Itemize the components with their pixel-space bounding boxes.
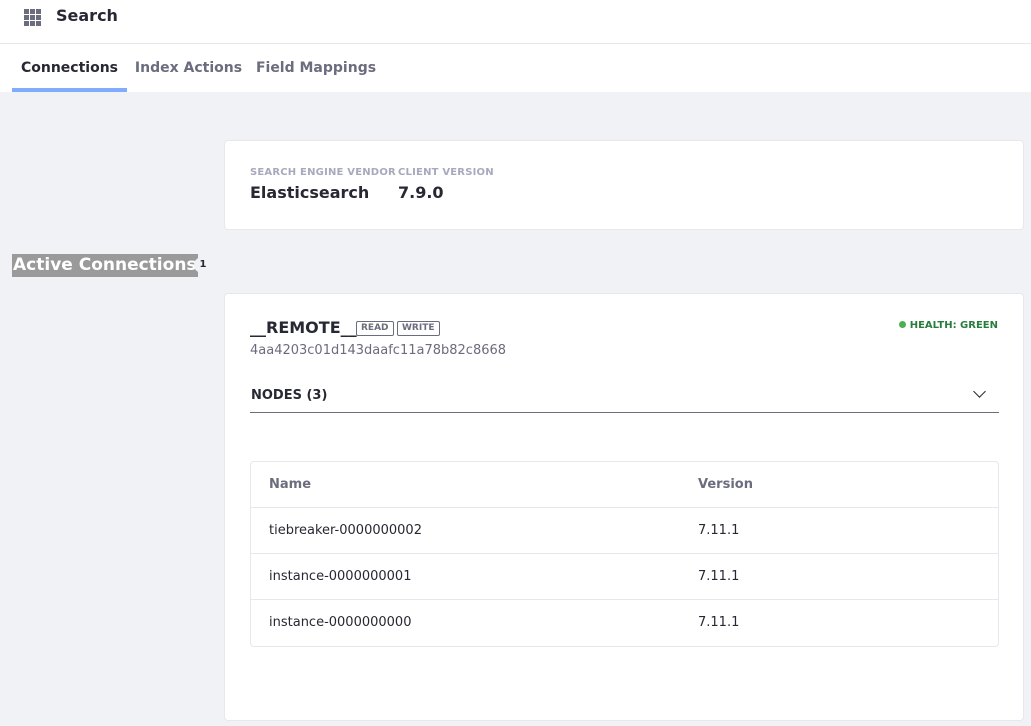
health-dot-icon	[898, 321, 906, 328]
connection-name: __REMOTE__	[250, 318, 357, 337]
nodes-table: Name Version tiebreaker-0000000002 7.11.…	[250, 461, 999, 647]
node-name: instance-0000000001	[269, 569, 412, 584]
vendor-value: Elasticsearch	[250, 183, 370, 202]
connection-card: __REMOTE__ READ WRITE 4aa4203c01d143daaf…	[224, 293, 1024, 721]
node-version: 7.11.1	[698, 569, 740, 584]
nodes-panel-toggle[interactable]: NODES (3)	[250, 380, 999, 413]
table-row: instance-0000000000 7.11.1	[251, 600, 998, 646]
node-name: tiebreaker-0000000002	[269, 523, 422, 538]
tab-index-actions[interactable]: Index Actions	[131, 44, 246, 92]
table-header-row: Name Version	[251, 462, 998, 508]
nodes-title: NODES (3)	[251, 388, 328, 403]
tab-bar: Connections Index Actions Field Mappings	[0, 44, 1031, 92]
client-version-value: 7.9.0	[398, 183, 444, 202]
client-version-label: CLIENT VERSION	[398, 167, 494, 178]
active-connections-title: Active Connections	[12, 254, 198, 277]
tab-connections[interactable]: Connections	[12, 44, 127, 92]
node-name: instance-0000000000	[269, 615, 412, 630]
chevron-down-icon[interactable]	[973, 385, 986, 398]
engine-info-card: SEARCH ENGINE VENDOR Elasticsearch CLIEN…	[224, 140, 1024, 230]
tab-field-mappings[interactable]: Field Mappings	[252, 44, 380, 92]
table-row: instance-0000000001 7.11.1	[251, 554, 998, 600]
top-bar: Search	[0, 0, 1031, 44]
connections-count-badge: 1	[194, 257, 212, 273]
read-badge: READ	[356, 321, 394, 336]
app-title: Search	[56, 6, 118, 25]
write-badge: WRITE	[397, 321, 440, 336]
vendor-label: SEARCH ENGINE VENDOR	[250, 167, 396, 178]
health-label: HEALTH: GREEN	[909, 320, 998, 331]
column-header-name: Name	[269, 477, 312, 492]
connection-id: 4aa4203c01d143daafc11a78b82c8668	[250, 343, 507, 358]
node-version: 7.11.1	[698, 523, 740, 538]
table-row: tiebreaker-0000000002 7.11.1	[251, 508, 998, 554]
health-status: HEALTH: GREEN	[898, 320, 998, 331]
node-version: 7.11.1	[698, 615, 740, 630]
apps-grid-icon[interactable]	[24, 9, 41, 26]
column-header-version: Version	[698, 477, 753, 492]
